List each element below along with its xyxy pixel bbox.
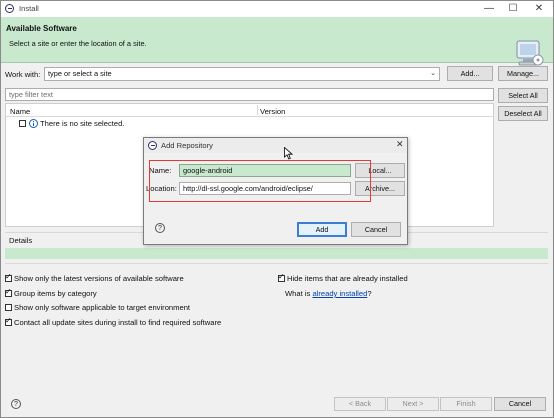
eclipse-icon bbox=[148, 141, 157, 150]
select-all-button[interactable]: Select All bbox=[498, 88, 548, 103]
install-wizard-icon bbox=[516, 40, 544, 66]
target-env-checkbox[interactable] bbox=[5, 304, 12, 311]
filter-input[interactable]: type filter text bbox=[5, 88, 494, 101]
cancel-button[interactable]: Cancel bbox=[494, 397, 546, 411]
options-divider bbox=[5, 263, 548, 264]
eclipse-icon bbox=[5, 4, 14, 13]
maximize-icon[interactable]: ☐ bbox=[501, 1, 525, 17]
dialog-title-bar: Add Repository ✕ bbox=[144, 138, 407, 153]
contact-sites-label[interactable]: Contact all update sites during install … bbox=[14, 318, 221, 327]
work-with-value: type or select a site bbox=[48, 69, 112, 78]
page-title: Available Software bbox=[6, 24, 77, 33]
group-by-category-checkbox[interactable] bbox=[5, 287, 12, 297]
empty-row-checkbox[interactable] bbox=[19, 120, 26, 127]
chevron-down-icon[interactable]: ⌄ bbox=[430, 68, 436, 80]
dialog-title: Add Repository bbox=[161, 141, 213, 150]
what-is-text: What is bbox=[285, 289, 313, 298]
back-button[interactable]: < Back bbox=[334, 397, 386, 411]
page-subtitle: Select a site or enter the location of a… bbox=[9, 39, 147, 48]
title-bar: Install — ☐ ✕ bbox=[1, 1, 553, 17]
header-divider bbox=[6, 116, 493, 117]
work-with-combo[interactable]: type or select a site ⌄ bbox=[44, 67, 440, 81]
filter-placeholder: type filter text bbox=[9, 90, 53, 99]
annotation-highlight bbox=[149, 160, 371, 202]
manage-button[interactable]: Manage... bbox=[498, 66, 548, 81]
empty-message: There is no site selected. bbox=[40, 119, 125, 128]
hide-installed-checkbox[interactable] bbox=[278, 272, 285, 282]
target-env-label[interactable]: Show only software applicable to target … bbox=[14, 303, 190, 312]
header-banner: Available Software Select a site or ente… bbox=[1, 17, 553, 66]
details-area bbox=[5, 248, 548, 259]
dialog-close-icon[interactable]: ✕ bbox=[396, 139, 404, 150]
already-installed-link[interactable]: already installed bbox=[312, 289, 367, 298]
column-header-version[interactable]: Version bbox=[260, 107, 285, 116]
minimize-icon[interactable]: — bbox=[477, 1, 501, 17]
column-header-name[interactable]: Name bbox=[10, 107, 30, 116]
mouse-cursor-icon bbox=[284, 147, 293, 160]
finish-button[interactable]: Finish bbox=[440, 397, 492, 411]
next-button[interactable]: Next > bbox=[387, 397, 439, 411]
window-title: Install bbox=[19, 4, 39, 13]
dialog-cancel-button[interactable]: Cancel bbox=[351, 222, 401, 237]
latest-versions-label[interactable]: Show only the latest versions of availab… bbox=[14, 274, 184, 283]
info-icon bbox=[29, 119, 38, 128]
details-label: Details bbox=[9, 236, 33, 245]
hide-installed-label[interactable]: Hide items that are already installed bbox=[287, 274, 408, 283]
question-text: ? bbox=[367, 289, 372, 298]
add-button[interactable]: Add bbox=[297, 222, 347, 237]
add-site-button[interactable]: Add... bbox=[447, 66, 493, 81]
help-icon[interactable]: ? bbox=[11, 399, 21, 409]
what-is-installed: What is already installed? bbox=[285, 289, 372, 298]
group-by-category-label[interactable]: Group items by category bbox=[14, 289, 97, 298]
contact-sites-checkbox[interactable] bbox=[5, 316, 12, 326]
dialog-help-icon[interactable]: ? bbox=[155, 223, 165, 233]
close-icon[interactable]: ✕ bbox=[527, 1, 551, 17]
latest-versions-checkbox[interactable] bbox=[5, 272, 12, 282]
work-with-label: Work with: bbox=[5, 70, 41, 79]
column-divider bbox=[257, 105, 258, 115]
deselect-all-button[interactable]: Deselect All bbox=[498, 106, 548, 121]
